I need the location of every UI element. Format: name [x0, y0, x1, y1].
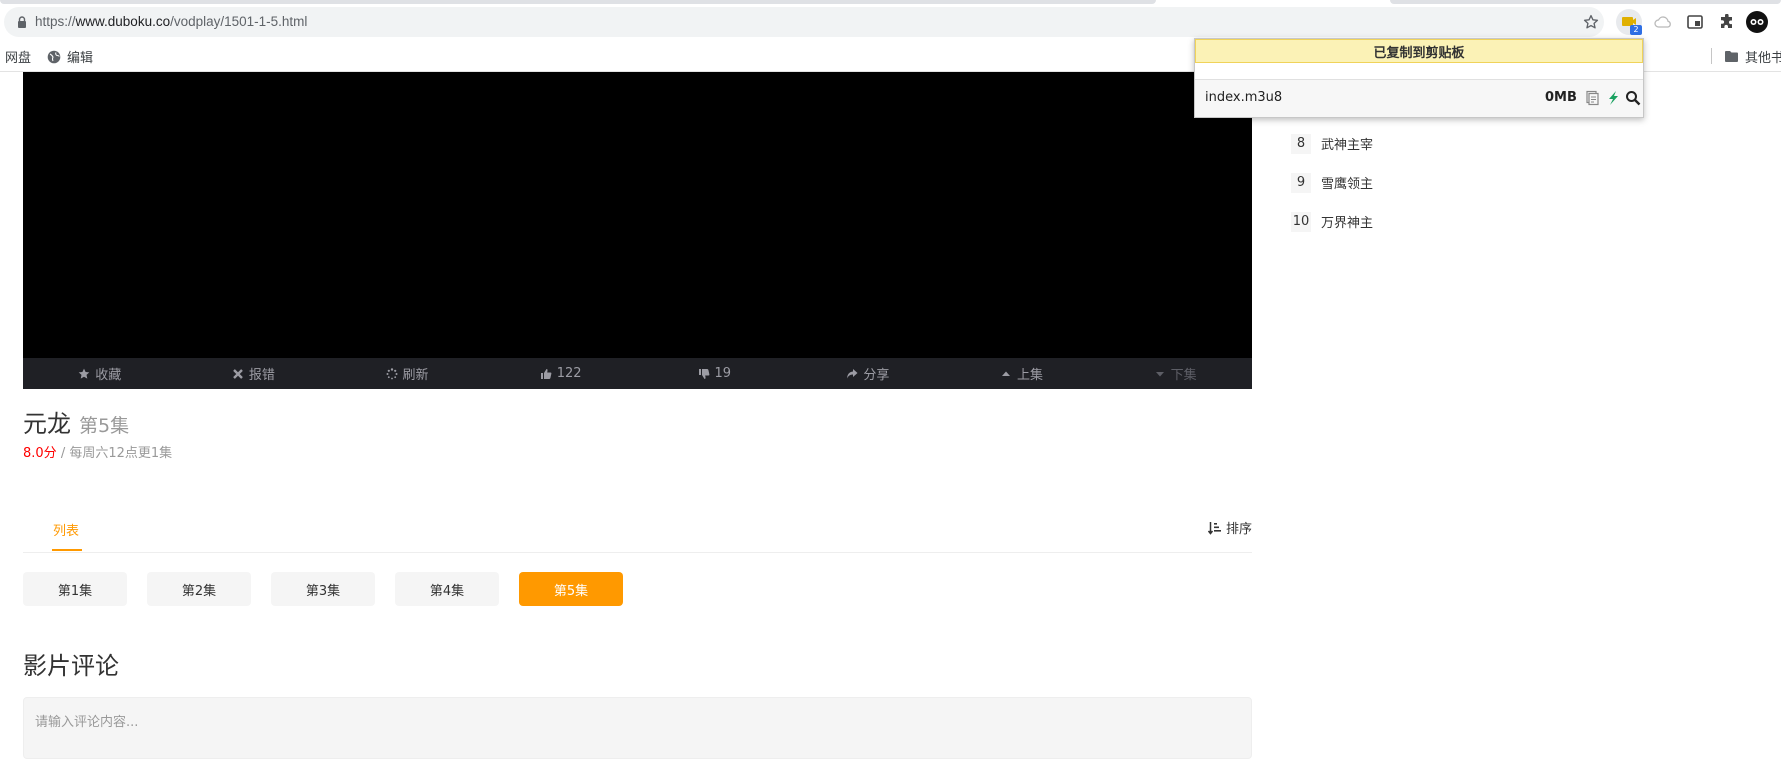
profile-avatar-button[interactable] — [1744, 9, 1770, 35]
dislike-count: 19 — [714, 366, 732, 381]
bookmark-item[interactable]: 编辑 — [47, 47, 93, 66]
like-count: 122 — [556, 366, 582, 381]
video-player[interactable] — [23, 72, 1252, 358]
current-episode: 第5集 — [79, 415, 130, 437]
rank-number: 9 — [1291, 172, 1311, 193]
rank-number: 10 — [1291, 211, 1311, 232]
folder-icon — [1725, 51, 1738, 62]
sort-icon — [1207, 521, 1221, 535]
other-bookmarks-folder[interactable]: 其他书签 — [1724, 47, 1781, 66]
bookmark-label: 其他书签 — [1745, 51, 1781, 66]
report-error-button[interactable]: 报错 — [177, 358, 331, 389]
episode-button-active[interactable]: 第5集 — [519, 572, 623, 606]
video-downloader-extension-button[interactable]: 2 — [1616, 9, 1642, 35]
media-file-size: 0MB — [1545, 90, 1577, 105]
episode-button[interactable]: 第4集 — [395, 572, 499, 606]
media-file-name: index.m3u8 — [1205, 90, 1283, 105]
url-host: www.duboku.co — [75, 14, 171, 29]
rank-title: 武神主宰 — [1321, 138, 1374, 153]
tab-edge — [1390, 0, 1781, 4]
rank-title: 雪鹰领主 — [1321, 177, 1374, 192]
picture-in-picture-button[interactable] — [1682, 9, 1708, 35]
show-title: 元龙 — [23, 410, 71, 438]
report-error-label: 报错 — [248, 368, 275, 383]
next-episode-label: 下集 — [1170, 368, 1197, 383]
caret-up-icon — [1002, 371, 1011, 376]
share-icon — [847, 368, 858, 378]
tab-list[interactable]: 列表 — [53, 520, 79, 539]
show-meta: 8.0分 / 每周六12点更1集 — [23, 442, 172, 461]
ranking-item[interactable]: 8 武神主宰 — [1291, 124, 1373, 163]
comments-title: 影片评论 — [23, 652, 119, 680]
update-schedule: / 每周六12点更1集 — [56, 446, 173, 461]
bookmark-label: 编辑 — [67, 51, 94, 66]
bookmarks-separator — [1711, 48, 1712, 64]
comment-placeholder: 请输入评论内容... — [35, 715, 139, 730]
previous-episode-button[interactable]: 上集 — [945, 358, 1099, 389]
copy-icon[interactable] — [1584, 90, 1600, 106]
sort-button[interactable]: 排序 — [1207, 518, 1252, 537]
favorite-button[interactable]: 收藏 — [23, 358, 177, 389]
search-icon[interactable] — [1625, 90, 1641, 106]
episode-list: 第1集 第2集 第3集 第4集 第5集 — [23, 572, 623, 606]
refresh-label: 刷新 — [402, 368, 429, 383]
cloud-icon — [1654, 16, 1671, 28]
share-label: 分享 — [863, 368, 890, 383]
cloud-extension-button[interactable] — [1650, 9, 1676, 35]
previous-episode-label: 上集 — [1017, 368, 1044, 383]
episode-button[interactable]: 第3集 — [271, 572, 375, 606]
favorite-label: 收藏 — [95, 368, 122, 383]
rank-title: 万界神主 — [1321, 216, 1374, 231]
show-title-row: 元龙 第5集 — [23, 404, 129, 439]
url-path: /vodplay/1501-1-5.html — [170, 14, 308, 29]
episode-tabs: 列表 排序 — [23, 500, 1252, 553]
bookmark-label: 网盘 — [5, 51, 32, 66]
comment-input[interactable]: 请输入评论内容... — [23, 697, 1252, 759]
url-text[interactable]: https://www.duboku.co/vodplay/1501-1-5.h… — [35, 14, 307, 29]
ranking-item[interactable]: 10 万界神主 — [1291, 202, 1373, 241]
download-icon[interactable] — [1605, 90, 1621, 106]
tab-edge — [0, 0, 1156, 4]
bookmark-star-icon[interactable] — [1582, 13, 1600, 31]
caret-down-icon — [1155, 371, 1164, 376]
puzzle-icon — [1721, 14, 1732, 28]
media-file-row[interactable]: index.m3u8 0MB — [1195, 80, 1643, 117]
dislike-button[interactable]: 19 — [638, 358, 792, 389]
picture-in-picture-icon — [1687, 15, 1703, 29]
active-tab-indicator — [52, 549, 82, 551]
lock-icon[interactable] — [16, 16, 28, 28]
globe-icon — [47, 50, 61, 63]
address-bar[interactable]: https://www.duboku.co/vodplay/1501-1-5.h… — [4, 7, 1604, 37]
star-icon — [78, 368, 90, 379]
sort-label: 排序 — [1225, 522, 1252, 537]
share-button[interactable]: 分享 — [791, 358, 945, 389]
show-score: 8.0分 — [23, 446, 57, 461]
close-icon — [233, 368, 243, 379]
player-control-bar: 收藏 报错 刷新 122 19 分享 上集 下集 — [23, 358, 1252, 389]
bookmark-item[interactable]: 网盘 — [5, 47, 31, 66]
extension-popup: index.m3u8 0MB 已复制到剪贴板 index.m3u8 0MB — [1194, 38, 1644, 118]
extension-badge: 2 — [1630, 25, 1642, 35]
ranking-item[interactable]: 9 雪鹰领主 — [1291, 163, 1373, 202]
next-episode-button[interactable]: 下集 — [1098, 358, 1252, 389]
rank-number: 8 — [1291, 133, 1311, 154]
refresh-button[interactable]: 刷新 — [330, 358, 484, 389]
extensions-button[interactable] — [1714, 9, 1740, 35]
like-button[interactable]: 122 — [484, 358, 638, 389]
thumbs-up-icon — [540, 368, 552, 379]
thumbs-down-icon — [698, 368, 709, 379]
avatar-icon — [1746, 11, 1768, 33]
episode-button[interactable]: 第2集 — [147, 572, 251, 606]
spinner-icon — [386, 367, 398, 379]
ranking-list: 8 武神主宰 9 雪鹰领主 10 万界神主 — [1291, 124, 1373, 241]
episode-button[interactable]: 第1集 — [23, 572, 127, 606]
copied-toast: 已复制到剪贴板 — [1195, 39, 1643, 63]
tab-strip — [0, 0, 1781, 6]
url-prefix: https:// — [35, 14, 76, 29]
